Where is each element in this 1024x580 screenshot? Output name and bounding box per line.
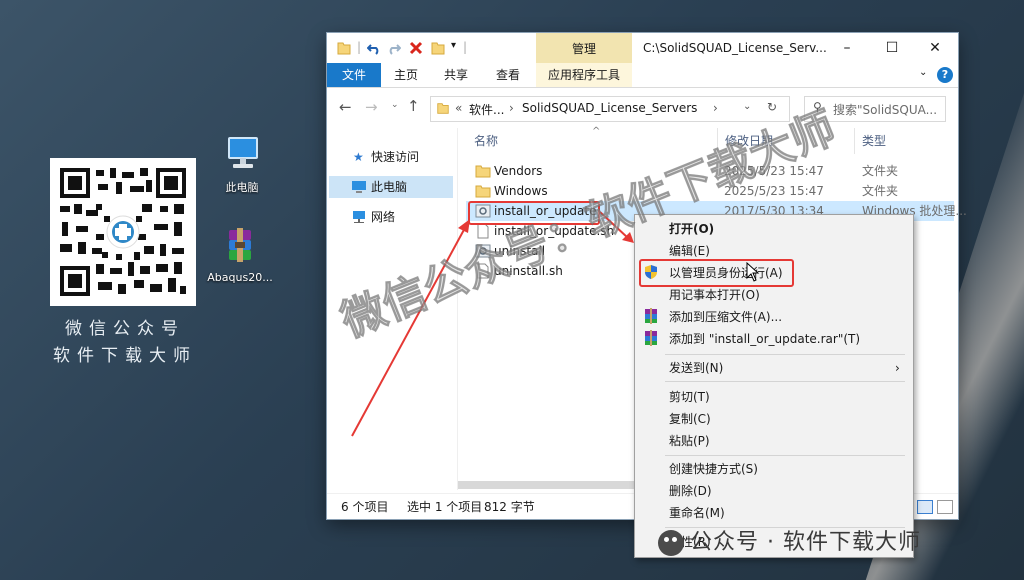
footer-watermark: 公众号 · 软件下载大师 (658, 524, 921, 556)
arrow-head-icon (458, 219, 470, 233)
annotation-arrows (351, 211, 634, 437)
wechat-logo-icon (658, 530, 684, 556)
footer-watermark-text: 公众号 · 软件下载大师 (690, 530, 921, 555)
